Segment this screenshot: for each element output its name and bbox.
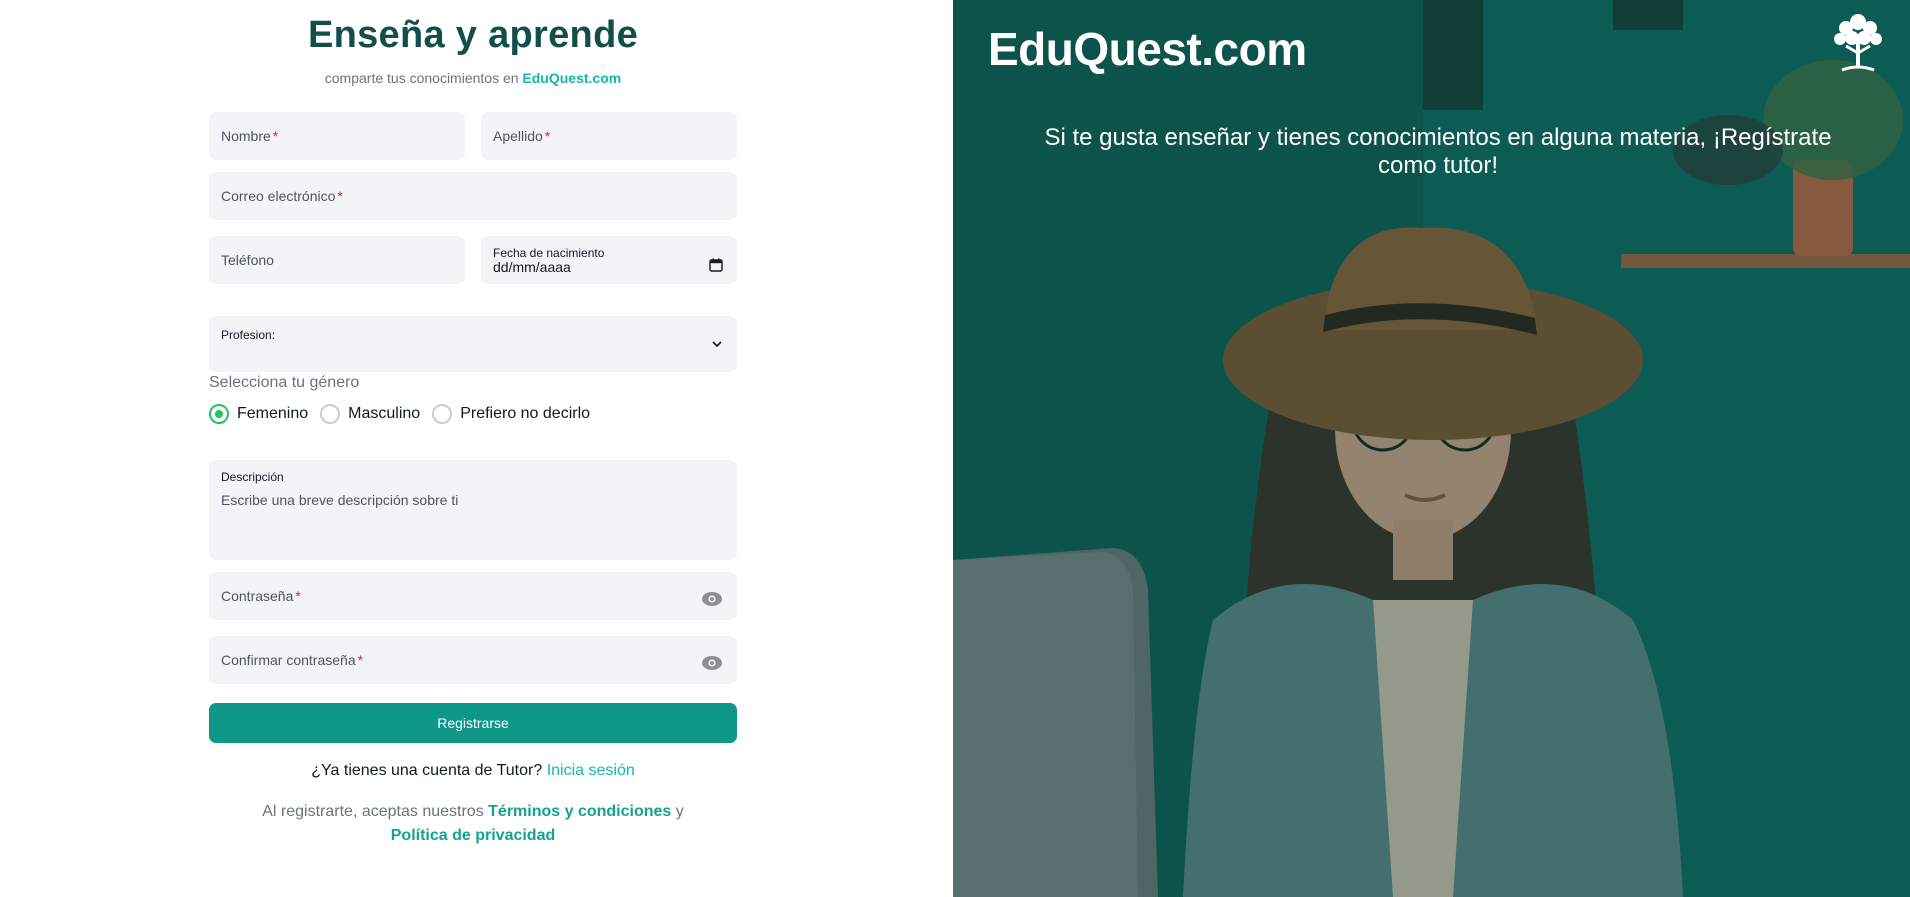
profession-label: Profesion: [221, 328, 276, 342]
login-prompt: ¿Ya tienes una cuenta de Tutor? Inicia s… [209, 762, 737, 780]
last-name-label: Apellido * [493, 128, 551, 144]
birthdate-field[interactable]: Fecha de nacimiento dd/mm/aaaa [481, 236, 737, 284]
brand-logo-text: EduQuest.com [988, 23, 1307, 75]
gender-option-femenino[interactable]: Femenino [209, 404, 308, 424]
required-mark: * [357, 652, 364, 668]
phone-label: Teléfono [221, 252, 274, 268]
hero-tagline: Si te gusta enseñar y tienes conocimient… [1044, 124, 1832, 179]
description-label: Descripción [221, 470, 284, 484]
email-label: Correo electrónico * [221, 188, 343, 204]
hero-panel: EduQuest.com Si te gusta enseñar y tiene… [953, 0, 1910, 897]
terms-and: y [671, 803, 684, 820]
gender-label: Selecciona tu género [209, 374, 360, 391]
radio-selected-icon[interactable] [209, 404, 229, 424]
radio-icon[interactable] [320, 404, 341, 424]
login-link[interactable]: Inicia sesión [547, 762, 635, 779]
registration-panel: Enseña y aprende comparte tus conocimien… [0, 0, 953, 897]
page-subtitle: comparte tus conocimientos en EduQuest.c… [209, 70, 737, 86]
eye-icon[interactable] [701, 591, 723, 607]
terms-text: Al registrarte, aceptas nuestros [262, 803, 489, 820]
gender-option-label: Masculino [348, 405, 421, 422]
page-title: Enseña y aprende [307, 14, 639, 56]
gender-option-masculino[interactable]: Masculino [320, 404, 420, 424]
birthdate-value: dd/mm/aaaa [493, 259, 571, 275]
required-mark: * [337, 188, 343, 204]
gender-option-prefer-not[interactable]: Prefiero no decirlo [432, 404, 590, 424]
birthdate-label: Fecha de nacimiento [493, 246, 605, 260]
tree-icon [1834, 14, 1882, 72]
required-mark: * [295, 588, 301, 604]
gender-option-label: Femenino [237, 405, 309, 422]
terms-notice: Al registrarte, aceptas nuestros Término… [240, 800, 706, 848]
login-prompt-text: ¿Ya tienes una cuenta de Tutor? [311, 762, 547, 779]
register-button[interactable]: Registrarse [209, 703, 737, 743]
email-field[interactable]: Correo electrónico * [209, 172, 737, 220]
last-name-field[interactable]: Apellido * [481, 112, 737, 160]
terms-link[interactable]: Términos y condiciones [488, 803, 671, 820]
calendar-icon[interactable] [709, 258, 723, 272]
password-label: Contraseña * [221, 588, 301, 604]
profession-select[interactable]: Profesion: [209, 316, 737, 372]
required-mark: * [272, 128, 279, 144]
required-mark: * [544, 128, 551, 144]
chevron-down-icon [712, 341, 722, 348]
description-textarea[interactable]: Descripción Escribe una breve descripció… [209, 460, 737, 560]
confirm-password-field[interactable]: Confirmar contraseña * [209, 636, 737, 684]
privacy-link[interactable]: Política de privacidad [391, 827, 556, 844]
phone-field[interactable]: Teléfono [209, 236, 465, 284]
first-name-label: Nombre * [221, 128, 279, 144]
subtitle-text: comparte tus conocimientos en [324, 70, 523, 86]
gender-option-label: Prefiero no decirlo [460, 405, 591, 422]
confirm-password-label: Confirmar contraseña * [221, 652, 364, 668]
password-field[interactable]: Contraseña * [209, 572, 737, 620]
eye-icon[interactable] [701, 655, 723, 671]
radio-icon[interactable] [432, 404, 453, 424]
gender-radio-group: Femenino Masculino Prefiero no decirlo [209, 404, 590, 424]
description-placeholder: Escribe una breve descripción sobre ti [221, 492, 459, 508]
first-name-field[interactable]: Nombre * [209, 112, 465, 160]
subtitle-brand: EduQuest.com [522, 70, 622, 86]
